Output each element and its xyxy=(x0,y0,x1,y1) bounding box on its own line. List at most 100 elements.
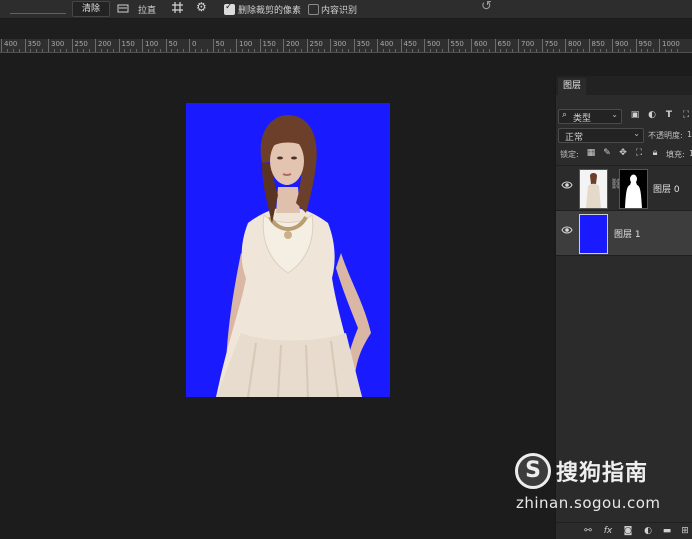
ruler-minor-tick xyxy=(294,49,296,52)
ruler-minor-tick xyxy=(359,49,361,52)
layer-row[interactable]: ⛓ 图层 0 xyxy=(556,165,692,210)
ruler-minor-tick xyxy=(112,49,114,52)
shape-filter-icon[interactable]: ⛶ xyxy=(681,110,691,120)
ruler-tick: 250 xyxy=(306,39,323,52)
adjustment-icon[interactable]: ◐ xyxy=(643,526,653,536)
lock-position-icon[interactable]: ✥ xyxy=(618,148,628,158)
ruler-minor-tick xyxy=(653,49,655,52)
ruler-tick-label: 150 xyxy=(121,40,135,48)
fx-icon[interactable]: fx xyxy=(603,526,613,536)
ruler-tick: 100 xyxy=(236,39,252,52)
new-layer-icon[interactable]: ⊞ xyxy=(680,526,690,536)
ruler-tick-label: 450 xyxy=(403,40,417,48)
ruler-tick: 450 xyxy=(400,39,417,52)
opacity-label: 不透明度: xyxy=(648,131,683,140)
layer-thumbnail[interactable] xyxy=(579,169,608,209)
overlay-grid-icon[interactable] xyxy=(171,1,184,14)
ruler-minor-tick xyxy=(265,49,267,52)
ruler-minor-tick xyxy=(335,49,337,52)
adjustment-filter-icon[interactable]: ◐ xyxy=(647,110,657,120)
layer-row-selected[interactable]: 图层 1 xyxy=(556,210,692,256)
ruler-minor-tick xyxy=(247,49,249,52)
layer-filter-value: 类型 xyxy=(573,114,592,124)
crop-ratio-field[interactable] xyxy=(10,4,66,14)
ruler-tick: 350 xyxy=(24,39,41,52)
ruler-tick: 700 xyxy=(518,39,534,52)
lock-transparent-icon[interactable]: ▦ xyxy=(586,148,596,158)
ruler-minor-tick xyxy=(529,49,531,52)
ruler-tick-label: 200 xyxy=(286,40,300,48)
mask-icon[interactable]: ◙ xyxy=(623,526,633,536)
folder-icon[interactable]: ▬ xyxy=(662,526,672,536)
eye-icon[interactable] xyxy=(561,225,573,235)
ruler-tick: 200 xyxy=(283,39,299,52)
ruler-minor-tick xyxy=(482,49,484,52)
ruler-tick: 300 xyxy=(330,39,346,52)
ruler-minor-tick xyxy=(65,49,67,52)
ruler-minor-tick xyxy=(347,49,349,52)
straighten-label[interactable]: 拉直 xyxy=(138,3,156,16)
chevron-down-icon: ⌄ xyxy=(611,110,618,119)
ruler-tick-label: 650 xyxy=(497,40,511,48)
image-filter-icon[interactable]: ▣ xyxy=(630,110,640,120)
ruler-minor-tick xyxy=(147,49,149,52)
layer-mask-thumbnail[interactable] xyxy=(619,169,648,209)
reset-icon[interactable]: ↺ xyxy=(481,0,492,14)
ruler-minor-tick xyxy=(382,49,384,52)
layer-name[interactable]: 图层 0 xyxy=(653,182,680,195)
ruler-tick: 150 xyxy=(259,39,276,52)
ruler-tick-label: 900 xyxy=(615,40,629,48)
content-aware-label[interactable]: 内容识别 xyxy=(321,3,357,16)
ruler-tick-label: 0 xyxy=(192,40,197,48)
content-aware-checkbox[interactable] xyxy=(308,4,319,15)
ruler-minor-tick xyxy=(465,49,467,52)
layer-name[interactable]: 图层 1 xyxy=(614,227,641,240)
lock-all-icon[interactable]: 🔒︎ xyxy=(650,148,660,158)
ruler-minor-tick xyxy=(77,49,79,52)
lock-image-icon[interactable]: ✎ xyxy=(602,148,612,158)
ruler-minor-tick xyxy=(453,49,455,52)
ruler-tick-label: 150 xyxy=(262,40,276,48)
tab-layers[interactable]: 图层 xyxy=(558,78,587,95)
panel-tab-bar: 图层 xyxy=(556,76,692,95)
document-canvas[interactable] xyxy=(186,103,390,397)
lock-artboard-icon[interactable]: ⛶ xyxy=(634,148,644,158)
ruler-tick: 100 xyxy=(142,39,158,52)
opacity-value[interactable]: 1 xyxy=(687,130,692,139)
ruler-minor-tick xyxy=(582,49,584,52)
ruler-minor-tick xyxy=(418,49,420,52)
ruler-minor-tick xyxy=(664,49,666,52)
ruler-tick-label: 400 xyxy=(380,40,394,48)
ruler-minor-tick xyxy=(324,49,326,52)
ruler-tick-label: 250 xyxy=(309,40,323,48)
delete-cropped-pixels-label[interactable]: 删除裁剪的像素 xyxy=(238,3,301,16)
link-icon[interactable]: ⚯ xyxy=(583,526,593,536)
ruler-minor-tick xyxy=(506,49,508,52)
delete-cropped-pixels-checkbox[interactable] xyxy=(224,2,235,15)
ruler-tick-label: 950 xyxy=(638,40,652,48)
ruler-minor-tick xyxy=(600,49,602,52)
blend-mode-select[interactable]: 正常 ⌄ xyxy=(558,128,644,143)
ruler-minor-tick xyxy=(341,49,343,52)
clear-button[interactable]: 清除 xyxy=(72,1,110,17)
straighten-icon[interactable] xyxy=(117,3,129,13)
ruler-tick-label: 300 xyxy=(333,40,347,48)
ruler-tick-label: 1000 xyxy=(662,40,680,48)
layer-filter-select[interactable]: ⌕ 类型 ⌄ xyxy=(558,109,622,124)
blend-mode-value: 正常 xyxy=(565,133,584,143)
ruler-tick-label: 700 xyxy=(521,40,535,48)
ruler-minor-tick xyxy=(106,49,108,52)
gear-icon[interactable]: ⚙ xyxy=(196,0,207,14)
type-filter-icon[interactable]: T xyxy=(664,110,674,120)
ruler-tick-label: 250 xyxy=(74,40,88,48)
ruler-minor-tick xyxy=(559,49,561,52)
ruler-minor-tick xyxy=(406,49,408,52)
watermark-title: 搜狗指南 xyxy=(556,461,649,486)
ruler-minor-tick xyxy=(547,49,549,52)
ruler-minor-tick xyxy=(224,49,226,52)
ruler-minor-tick xyxy=(183,49,185,52)
layer-thumbnail[interactable] xyxy=(579,214,608,254)
eye-icon[interactable] xyxy=(561,180,573,190)
ruler-minor-tick xyxy=(89,49,91,52)
ruler-minor-tick xyxy=(647,49,649,52)
